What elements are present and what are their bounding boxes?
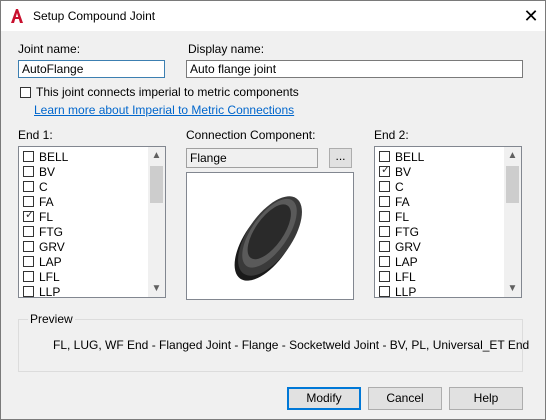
end2-item-label: LFL — [395, 270, 416, 284]
end2-item-label: LLP — [395, 285, 417, 299]
preview-label: Preview — [28, 312, 75, 326]
end2-list-item[interactable]: LFL — [379, 269, 503, 284]
check-icon: ✓ — [381, 164, 391, 176]
end1-list-item[interactable]: ✓ FL — [23, 209, 147, 224]
end1-item-label: GRV — [39, 240, 65, 254]
joint-name-label: Joint name: — [18, 42, 81, 56]
setup-compound-joint-dialog: Setup Compound Joint ✕ Joint name: AutoF… — [0, 0, 546, 420]
end2-item-checkbox[interactable] — [379, 271, 390, 282]
learn-more-link[interactable]: Learn more about Imperial to Metric Conn… — [34, 103, 294, 117]
end1-item-checkbox[interactable] — [23, 271, 34, 282]
joint-name-input[interactable]: AutoFlange — [18, 60, 165, 78]
end1-item-checkbox[interactable] — [23, 181, 34, 192]
end2-list-item[interactable]: LLP — [379, 284, 503, 299]
end2-list-item[interactable]: C — [379, 179, 503, 194]
chevron-up-icon[interactable]: ▲ — [504, 147, 521, 164]
end1-item-label: LLP — [39, 285, 61, 299]
end1-item-label: FTG — [39, 225, 63, 239]
close-icon[interactable]: ✕ — [521, 6, 541, 26]
chevron-up-icon[interactable]: ▲ — [148, 147, 165, 164]
chevron-down-icon[interactable]: ▼ — [148, 280, 165, 297]
end2-item-checkbox[interactable] — [379, 226, 390, 237]
flange-image — [205, 173, 335, 299]
help-button[interactable]: Help — [449, 387, 523, 410]
title-bar: Setup Compound Joint ✕ — [1, 1, 545, 31]
end1-list-item[interactable]: LFL — [23, 269, 147, 284]
end2-label: End 2: — [374, 128, 409, 142]
end1-list-item[interactable]: BELL — [23, 149, 147, 164]
end1-item-label: LAP — [39, 255, 62, 269]
end1-item-label: BELL — [39, 150, 69, 164]
end2-scrollbar[interactable]: ▲ ▼ — [504, 147, 521, 297]
end2-item-label: GRV — [395, 240, 421, 254]
end1-scrollbar[interactable]: ▲ ▼ — [148, 147, 165, 297]
end1-item-checkbox[interactable] — [23, 166, 34, 177]
display-name-input[interactable]: Auto flange joint — [186, 60, 523, 78]
end1-item-checkbox[interactable] — [23, 256, 34, 267]
modify-button[interactable]: Modify — [287, 387, 361, 410]
end1-item-checkbox[interactable] — [23, 196, 34, 207]
end2-item-checkbox[interactable] — [379, 286, 390, 297]
end1-item-label: FL — [39, 210, 54, 224]
end2-item-label: FL — [395, 210, 410, 224]
autocad-a-icon — [11, 9, 23, 23]
check-icon: ✓ — [25, 209, 35, 221]
end1-label: End 1: — [18, 128, 53, 142]
end1-item-label: C — [39, 180, 48, 194]
end2-item-label: C — [395, 180, 404, 194]
end2-item-label: BV — [395, 165, 412, 179]
browse-component-button[interactable]: ... — [329, 148, 352, 168]
end1-listbox[interactable]: BELL BV C FA ✓ FL FTG GRV LAP LFL LLP ▲ ▼ — [18, 146, 166, 299]
end2-item-checkbox[interactable] — [379, 181, 390, 192]
end1-item-checkbox[interactable] — [23, 151, 34, 162]
end2-item-label: FTG — [395, 225, 419, 239]
end2-item-checkbox[interactable] — [379, 256, 390, 267]
end2-list-item[interactable]: GRV — [379, 239, 503, 254]
end1-item-label: LFL — [39, 270, 60, 284]
cancel-button[interactable]: Cancel — [368, 387, 442, 410]
end1-list-item[interactable]: FTG — [23, 224, 147, 239]
end2-item-label: BELL — [395, 150, 425, 164]
end1-list-item[interactable]: FA — [23, 194, 147, 209]
end2-item-checkbox[interactable]: ✓ — [379, 164, 391, 177]
component-preview-image — [186, 172, 354, 300]
end2-item-checkbox[interactable] — [379, 151, 390, 162]
end2-list-item[interactable]: BELL — [379, 149, 503, 164]
display-name-label: Display name: — [188, 42, 265, 56]
end2-list-item[interactable]: ✓ BV — [379, 164, 503, 179]
end2-item-label: FA — [395, 195, 410, 209]
imperial-metric-checkbox[interactable] — [20, 87, 31, 98]
end2-item-checkbox[interactable] — [379, 196, 390, 207]
scroll-thumb[interactable] — [506, 166, 519, 203]
end2-list-item[interactable]: FTG — [379, 224, 503, 239]
end1-item-checkbox[interactable] — [23, 286, 34, 297]
end1-item-label: BV — [39, 165, 56, 179]
end1-list-item[interactable]: BV — [23, 164, 147, 179]
end2-list-item[interactable]: LAP — [379, 254, 503, 269]
end2-item-checkbox[interactable] — [379, 211, 390, 222]
imperial-metric-label: This joint connects imperial to metric c… — [36, 85, 299, 99]
end1-item-checkbox[interactable] — [23, 241, 34, 252]
end2-item-checkbox[interactable] — [379, 241, 390, 252]
end2-list-item[interactable]: FL — [379, 209, 503, 224]
end1-list-item[interactable]: LAP — [23, 254, 147, 269]
end2-item-label: LAP — [395, 255, 418, 269]
end1-list-item[interactable]: LLP — [23, 284, 147, 299]
connection-component-field: Flange — [186, 148, 318, 168]
end2-list-item[interactable]: FA — [379, 194, 503, 209]
preview-text: FL, LUG, WF End - Flanged Joint - Flange… — [53, 338, 530, 352]
end1-item-checkbox[interactable]: ✓ — [23, 209, 35, 222]
scroll-thumb[interactable] — [150, 166, 163, 203]
end2-listbox[interactable]: BELL ✓ BV C FA FL FTG GRV LAP LFL LLP ▲ ▼ — [374, 146, 522, 299]
end1-list-item[interactable]: C — [23, 179, 147, 194]
chevron-down-icon[interactable]: ▼ — [504, 280, 521, 297]
connection-component-label: Connection Component: — [186, 128, 316, 142]
end1-list-item[interactable]: GRV — [23, 239, 147, 254]
end1-item-checkbox[interactable] — [23, 226, 34, 237]
window-title: Setup Compound Joint — [33, 9, 156, 23]
end1-item-label: FA — [39, 195, 54, 209]
